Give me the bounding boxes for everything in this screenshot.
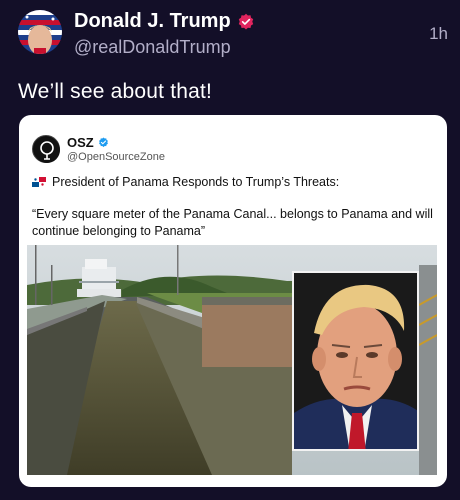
author-name[interactable]: Donald J. Trump (74, 10, 231, 33)
quoted-post-card[interactable]: OSZ @OpenSourceZone President of Panama … (19, 115, 447, 487)
quoted-quote-text: “Every square meter of the Panama Canal.… (32, 207, 433, 238)
quoted-post-photo[interactable] (27, 245, 437, 475)
quoted-verified-badge-icon (98, 137, 108, 148)
quoted-author-name[interactable]: OSZ (67, 135, 94, 150)
post-text: We’ll see about that! (18, 80, 213, 103)
panama-flag-icon (32, 177, 46, 187)
quoted-author-row[interactable]: OSZ (67, 135, 109, 150)
author-handle[interactable]: @realDonaldTrump (74, 37, 231, 58)
quoted-headline: President of Panama Responds to Trump’s … (52, 175, 340, 189)
verified-badge-icon (238, 13, 253, 29)
quoted-author-handle[interactable]: @OpenSourceZone (67, 151, 165, 163)
post-header: Donald J. Trump @realDonaldTrump 1h (18, 8, 448, 64)
author-name-row[interactable]: Donald J. Trump (74, 10, 255, 33)
osz-logo-icon[interactable] (32, 135, 60, 163)
trump-portrait-image (294, 273, 417, 449)
trump-portrait-inset (292, 271, 419, 451)
author-avatar[interactable] (18, 10, 62, 54)
post-timestamp[interactable]: 1h (429, 24, 448, 44)
quoted-headline-row: President of Panama Responds to Trump’s … (32, 175, 339, 189)
